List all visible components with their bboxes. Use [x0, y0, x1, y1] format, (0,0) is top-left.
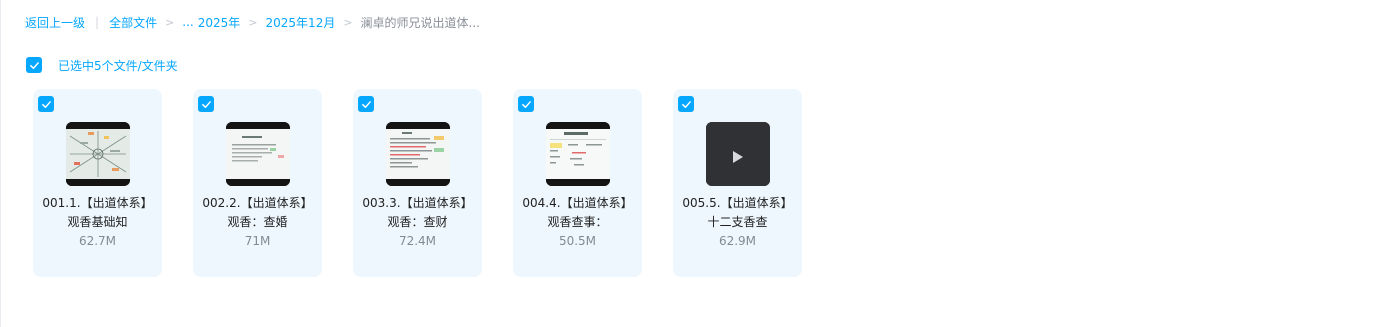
- file-name: 002.2.【出道体系】观香：查婚: [202, 196, 313, 229]
- chevron-right-icon: >: [248, 15, 258, 29]
- file-checkbox[interactable]: [518, 96, 534, 112]
- file-card[interactable]: 001.1.【出道体系】观香基础知 62.7M: [33, 89, 162, 277]
- file-size: 50.5M: [558, 234, 597, 248]
- breadcrumb-ellipsis[interactable]: ...: [182, 15, 193, 29]
- select-all-checkbox[interactable]: [26, 57, 42, 73]
- select-all-row: 已选中5个文件/文件夹: [26, 56, 178, 74]
- selection-count-label: 已选中5个文件/文件夹: [58, 58, 178, 73]
- video-thumbnail[interactable]: [226, 122, 290, 186]
- panel-left-border: [0, 0, 1, 327]
- checkmark-icon: [201, 100, 211, 108]
- video-thumbnail[interactable]: [706, 122, 770, 186]
- file-checkbox[interactable]: [358, 96, 374, 112]
- checkmark-icon: [41, 100, 51, 108]
- file-card[interactable]: 005.5.【出道体系】十二支香查 62.9M: [673, 89, 802, 277]
- file-card[interactable]: 002.2.【出道体系】观香：查婚 71M: [193, 89, 322, 277]
- checkmark-icon: [681, 100, 691, 108]
- file-name: 001.1.【出道体系】观香基础知: [42, 196, 153, 229]
- diagram-slide-thumbnail: [66, 122, 130, 186]
- file-name: 003.3.【出道体系】观香：查财: [362, 196, 473, 229]
- breadcrumb-month[interactable]: 2025年12月: [266, 14, 336, 31]
- checkmark-icon: [29, 61, 39, 69]
- play-icon: [706, 122, 770, 186]
- file-card[interactable]: 004.4.【出道体系】观香查事： 50.5M: [513, 89, 642, 277]
- file-size: 62.7M: [78, 234, 117, 248]
- file-checkbox[interactable]: [198, 96, 214, 112]
- file-name: 004.4.【出道体系】观香查事：: [522, 196, 633, 229]
- file-size: 71M: [244, 234, 271, 248]
- file-checkbox[interactable]: [38, 96, 54, 112]
- checkmark-icon: [521, 100, 531, 108]
- file-name: 005.5.【出道体系】十二支香查: [682, 196, 793, 229]
- breadcrumb: 返回上一级 | 全部文件 > ... 2025年 > 2025年12月 > 澜卓…: [25, 12, 480, 32]
- file-card[interactable]: 003.3.【出道体系】观香：查财 72.4M: [353, 89, 482, 277]
- file-grid: 001.1.【出道体系】观香基础知 62.7M 002.2.【出道体系】观香：查…: [33, 89, 802, 277]
- breadcrumb-year[interactable]: 2025年: [198, 14, 241, 31]
- chevron-right-icon: >: [343, 15, 353, 29]
- video-thumbnail[interactable]: [546, 122, 610, 186]
- video-thumbnail[interactable]: [66, 122, 130, 186]
- breadcrumb-current-folder: 澜卓的师兄说出道体...: [360, 15, 480, 30]
- back-link[interactable]: 返回上一级: [25, 14, 85, 31]
- table-slide-thumbnail: [546, 122, 610, 186]
- breadcrumb-divider: |: [95, 15, 100, 29]
- file-checkbox[interactable]: [678, 96, 694, 112]
- checkmark-icon: [361, 100, 371, 108]
- chevron-right-icon: >: [165, 15, 175, 29]
- file-size: 72.4M: [398, 234, 437, 248]
- text-slide-highlight-thumbnail: [386, 122, 450, 186]
- breadcrumb-all-files[interactable]: 全部文件: [109, 14, 157, 31]
- text-slide-thumbnail: [226, 122, 290, 186]
- video-thumbnail[interactable]: [386, 122, 450, 186]
- file-size: 62.9M: [718, 234, 757, 248]
